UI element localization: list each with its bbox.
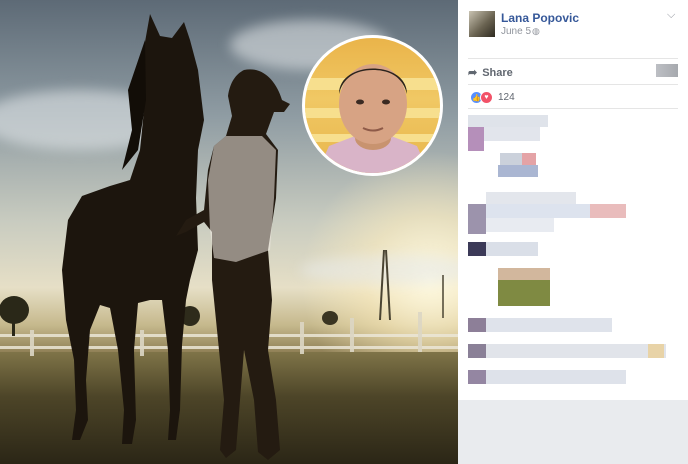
chevron-down-icon[interactable]: ⌵ [667, 9, 675, 22]
eye [382, 99, 390, 105]
share-button[interactable]: ➦ Share [468, 66, 513, 80]
divider [468, 58, 678, 59]
share-label: Share [482, 66, 513, 79]
pixelated-comment [486, 204, 590, 218]
pixelated-comment [484, 127, 540, 141]
post-details-panel: Lana Popovic June 5 ◍ ⌵ ➦ Share 👍 ♥ 124 [458, 0, 688, 400]
tower [385, 249, 391, 321]
pixelated-comment [648, 344, 664, 358]
tree [322, 311, 338, 325]
page-background [458, 400, 688, 464]
pixelated-comment [468, 204, 486, 234]
pixelated-comment [468, 370, 486, 384]
tower [379, 249, 385, 321]
pixelated-comment [486, 192, 576, 204]
eye [356, 99, 364, 105]
tree-trunk [12, 318, 15, 336]
author-name-link[interactable]: Lana Popovic [501, 11, 579, 25]
pixelated-comment [468, 344, 486, 358]
post-photo[interactable] [0, 0, 458, 464]
pixelated-comment [468, 127, 484, 151]
pixelated-comment [468, 242, 486, 256]
share-arrow-icon: ➦ [468, 67, 478, 79]
author-avatar[interactable] [469, 11, 495, 37]
pixelated-comment [486, 318, 612, 332]
pixelated-comment [486, 344, 666, 358]
pixelated-comment [500, 153, 522, 165]
pixelated-comment [468, 318, 486, 332]
pixelated-comment [498, 280, 550, 306]
woman-shirt-highlight [208, 136, 276, 262]
pixelated-comment [498, 268, 550, 280]
pixelated-comment [486, 242, 538, 256]
pixelated-avatar [656, 64, 678, 77]
pixelated-comment [590, 204, 626, 218]
reaction-count: 124 [498, 92, 515, 103]
inset-portrait [302, 35, 443, 176]
pixelated-comment [486, 218, 554, 232]
reactions-summary[interactable]: 👍 ♥ 124 [470, 91, 515, 104]
globe-icon: ◍ [532, 26, 540, 36]
divider [468, 108, 678, 109]
post-date[interactable]: June 5 [501, 26, 531, 37]
pixelated-comment [498, 165, 538, 177]
pixelated-comment [468, 115, 548, 127]
pixelated-comment [522, 153, 536, 165]
portrait-illustration [305, 64, 440, 173]
divider [468, 84, 678, 85]
love-icon: ♥ [480, 91, 493, 104]
pixelated-comment [486, 370, 626, 384]
